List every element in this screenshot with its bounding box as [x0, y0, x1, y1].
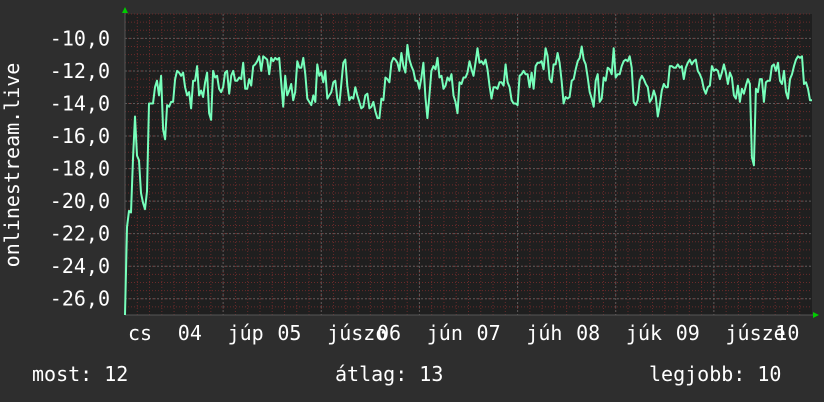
x-tick-label: 04	[178, 321, 202, 345]
x-tick-label: 05	[277, 321, 301, 345]
y-tick-label: -22,0	[50, 222, 110, 246]
y-tick-label: -12,0	[50, 59, 110, 83]
x-axis: cs04júp05júszo06jún07júh08júk09júsze10jú…	[128, 321, 799, 345]
x-tick-label: júp	[228, 321, 264, 345]
legend-current: most: 12	[32, 362, 129, 386]
chart-canvas: -10,0 -12,0 -14,0 -16,0 -18,0 -20,0 -22,0 -24,0…	[0, 0, 824, 402]
x-tick-label: jún	[427, 321, 463, 345]
x-axis-arrow-icon	[813, 312, 819, 318]
x-tick-label: 09	[676, 321, 700, 345]
y-axis-arrow-icon	[122, 7, 128, 13]
legend-best: legjobb: 10	[649, 362, 782, 386]
x-tick-label: 08	[576, 321, 600, 345]
legend-average: átlag: 13	[335, 362, 444, 386]
y-tick-label: -18,0	[50, 157, 110, 181]
x-tick-label: 07	[477, 321, 501, 345]
y-tick-label: -24,0	[50, 254, 110, 278]
x-tick-label: cs	[128, 321, 152, 345]
y-tick-label: -16,0	[50, 124, 110, 148]
y-axis: -10,0 -12,0 -14,0 -16,0 -18,0 -20,0 -22,0 -24,0…	[50, 26, 110, 310]
line-chart: -10,0 -12,0 -14,0 -16,0 -18,0 -20,0 -22,0 -24,0…	[0, 7, 819, 345]
x-tick-label: 10	[775, 321, 799, 345]
y-axis-label: onlinestream.live	[0, 63, 24, 268]
y-tick-label: -20,0	[50, 189, 110, 213]
x-tick-label: 06	[377, 321, 401, 345]
x-tick-label: júk	[626, 321, 662, 345]
y-tick-label: -10,0	[50, 26, 110, 50]
y-tick-label: -26,0	[50, 287, 110, 311]
x-tick-label: júh	[526, 321, 562, 345]
y-tick-label: -14,0	[50, 91, 110, 115]
